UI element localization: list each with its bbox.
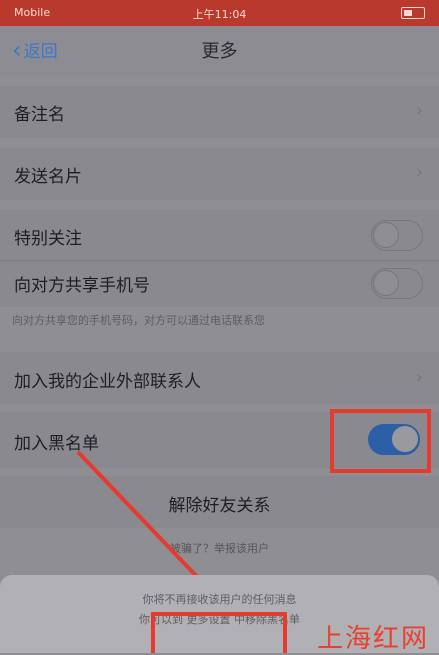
watermark: 上海红网 <box>316 624 429 654</box>
highlight-box <box>151 612 287 653</box>
annotation-arrow <box>76 450 231 612</box>
sheet-message-1: 你将不再接收该用户的任何消息 <box>142 593 297 606</box>
